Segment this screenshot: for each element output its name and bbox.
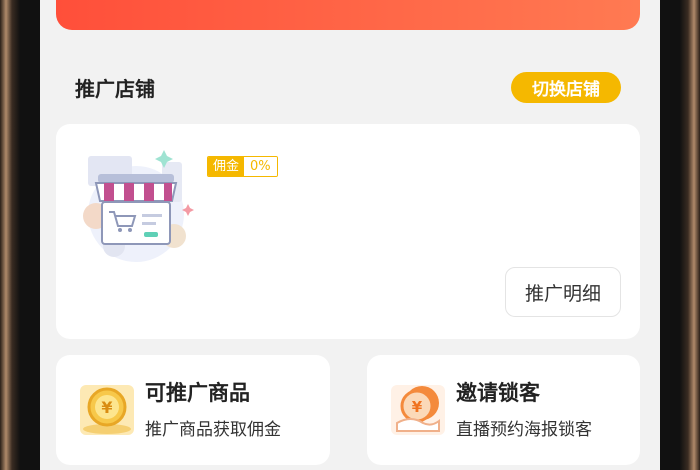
feature-title: 邀请锁客 [456,381,540,405]
svg-text:¥: ¥ [412,398,423,416]
top-banner [56,0,640,30]
feature-subtitle: 直播预约海报锁客 [456,420,592,440]
feature-title: 可推广商品 [145,381,250,405]
coin-hand-icon: ¥ [391,385,445,435]
commission-label: 佣金 [208,157,245,176]
svg-text:¥: ¥ [101,398,112,417]
shop-icon [83,150,194,262]
promotion-detail-button[interactable]: 推广明细 [505,267,621,317]
app-screen: 推广店铺 切换店铺 佣金 0% 推广明细 ¥ 可推广商品 推广商品获取佣金 ¥ … [40,0,660,470]
section-title: 推广店铺 [75,77,155,101]
store-card: 佣金 0% 推广明细 [56,124,640,339]
promotable-products-card[interactable]: ¥ 可推广商品 推广商品获取佣金 [56,355,330,465]
switch-store-button[interactable]: 切换店铺 [511,72,621,103]
invite-lock-customers-card[interactable]: ¥ 邀请锁客 直播预约海报锁客 [367,355,640,465]
feature-subtitle: 推广商品获取佣金 [145,420,281,440]
commission-badge: 佣金 0% [207,156,278,177]
commission-value: 0% [244,157,277,176]
coin-icon: ¥ [80,385,134,435]
